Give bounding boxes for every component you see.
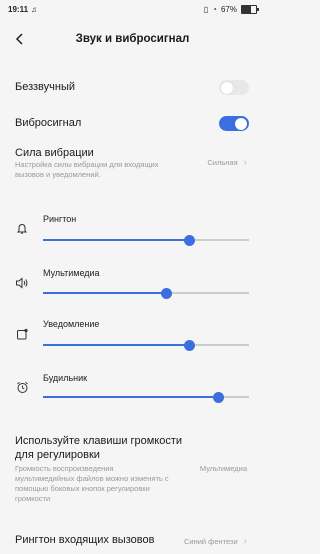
music-note-icon: ♫ bbox=[31, 4, 38, 14]
volume-row-ringtone: Рингтон bbox=[0, 210, 265, 250]
volume-row-media: Мультимедиа bbox=[0, 264, 265, 304]
vibration-strength-value: Сильная › bbox=[207, 157, 247, 168]
volume-label-notification: Уведомление bbox=[43, 319, 100, 329]
status-bar: 19:11 ♫ ▯ ◔ 67% bbox=[0, 0, 265, 18]
notification-icon bbox=[15, 327, 29, 341]
speaker-icon bbox=[15, 276, 29, 290]
battery-icon bbox=[241, 4, 259, 14]
chevron-right-icon: › bbox=[243, 536, 247, 547]
notification-volume-slider[interactable] bbox=[43, 339, 249, 351]
chevron-left-icon bbox=[15, 33, 23, 45]
silent-toggle[interactable] bbox=[219, 80, 249, 95]
alarm-icon bbox=[15, 380, 29, 394]
ringtone-value: Синий фентези › bbox=[183, 536, 247, 547]
volume-label-media: Мультимедиа bbox=[43, 268, 100, 278]
bell-icon bbox=[15, 222, 29, 236]
alarm-volume-slider[interactable] bbox=[43, 391, 249, 403]
volume-row-alarm: Будильник bbox=[0, 370, 265, 410]
volume-keys-title: Используйте клавиши громкости для регули… bbox=[15, 435, 183, 461]
vibration-label: Вибросигнал bbox=[15, 117, 82, 129]
page-header: Звук и вибросигнал bbox=[0, 24, 265, 54]
battery-percent: 67% bbox=[220, 4, 237, 14]
vibration-strength-title: Сила вибрации bbox=[15, 147, 94, 159]
status-time: 19:11 bbox=[8, 4, 29, 14]
volume-keys-value: Мультимедиа bbox=[199, 464, 247, 473]
back-button[interactable] bbox=[10, 29, 30, 49]
volume-row-notification: Уведомление bbox=[0, 318, 265, 358]
volume-label-alarm: Будильник bbox=[43, 373, 88, 383]
ringtone-title: Рингтон входящих вызовов bbox=[15, 534, 155, 546]
media-volume-slider[interactable] bbox=[43, 287, 249, 299]
volume-label-ringtone: Рингтон bbox=[43, 214, 77, 224]
page-title: Звук и вибросигнал bbox=[75, 33, 190, 45]
bottom-edge bbox=[0, 548, 265, 554]
volume-keys-desc: Громкость воспроизведения мультимедийных… bbox=[15, 464, 169, 503]
ringtone-volume-slider[interactable] bbox=[43, 234, 249, 246]
chevron-right-icon: › bbox=[243, 157, 247, 168]
vibration-toggle[interactable] bbox=[219, 116, 249, 131]
silent-label: Беззвучный bbox=[15, 81, 76, 93]
vibration-strength-desc: Настройка силы вибрации для входящих выз… bbox=[15, 160, 159, 179]
vibrate-status-icon: ▯ bbox=[203, 4, 209, 14]
wifi-icon: ◔ bbox=[212, 4, 217, 14]
